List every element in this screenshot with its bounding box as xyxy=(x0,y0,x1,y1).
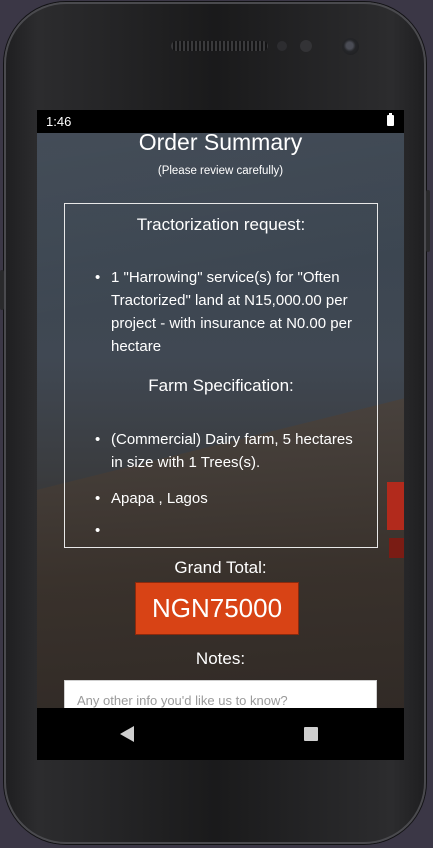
volume-button xyxy=(0,270,4,310)
grand-total-label: Grand Total: xyxy=(174,558,267,577)
order-summary-box: Tractorization request: 1 "Harrowing" se… xyxy=(64,203,378,548)
recent-apps-square-icon[interactable] xyxy=(304,727,318,741)
power-button xyxy=(426,190,430,252)
notes-label: Notes: xyxy=(195,649,246,668)
status-time: 1:46 xyxy=(46,114,72,129)
tractorization-list: 1 "Harrowing" service(s) for "Often Trac… xyxy=(95,266,365,358)
light-sensor xyxy=(300,40,312,52)
list-item: Apapa , Lagos xyxy=(95,487,365,510)
background-tractor xyxy=(387,482,404,530)
background-tractor-part xyxy=(389,538,404,558)
farm-spec-heading: Farm Specification: xyxy=(148,376,294,395)
phone-frame: 1:46 Order Summary (Please review carefu… xyxy=(0,2,430,844)
proximity-sensor xyxy=(277,41,287,51)
back-triangle-icon[interactable] xyxy=(120,726,134,742)
page-subtitle: (Please review carefully) xyxy=(157,165,284,177)
grand-total-value: NGN75000 xyxy=(135,582,299,635)
farm-spec-list: (Commercial) Dairy farm, 5 hectares in s… xyxy=(95,428,365,542)
front-camera xyxy=(342,38,359,55)
list-item: (Commercial) Dairy farm, 5 hectares in s… xyxy=(95,428,365,474)
navigation-bar xyxy=(37,708,404,760)
earpiece-speaker xyxy=(171,41,268,51)
screen: 1:46 Order Summary (Please review carefu… xyxy=(37,110,404,760)
battery-icon xyxy=(387,113,394,126)
page-title: Order Summary xyxy=(138,129,303,155)
tractorization-heading: Tractorization request: xyxy=(136,215,306,234)
list-item: 1 "Harrowing" service(s) for "Often Trac… xyxy=(95,266,365,358)
